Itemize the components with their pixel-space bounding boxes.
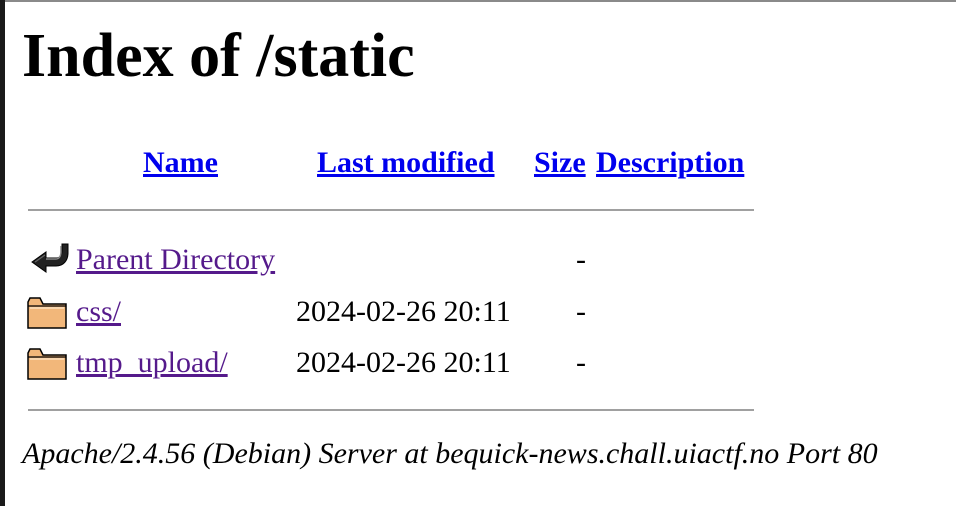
sort-by-description-link[interactable]: Description [596, 146, 744, 179]
row-size: - [576, 295, 586, 328]
column-header-size: Size [534, 146, 586, 180]
parent-directory-link[interactable]: Parent Directory [76, 243, 275, 276]
window-top-border [0, 0, 956, 2]
folder-icon [26, 343, 70, 383]
css-folder-name: css/ [76, 292, 121, 332]
row-size: - [576, 346, 586, 379]
page-title: Index of /static [22, 22, 415, 90]
row-size: - [576, 243, 586, 276]
column-header-last-modified: Last modified [317, 146, 495, 180]
top-divider [28, 209, 754, 211]
css-folder-link[interactable]: css/ [76, 295, 121, 328]
column-header-description: Description [596, 146, 744, 180]
sort-by-size-link[interactable]: Size [534, 146, 586, 179]
column-header-name: Name [143, 146, 218, 180]
list-item: css/ 2024-02-26 20:11 - [0, 292, 800, 332]
folder-icon [26, 292, 70, 332]
row-last-modified: 2024-02-26 20:11 [296, 295, 511, 328]
tmp-upload-folder-link[interactable]: tmp_upload/ [76, 346, 228, 379]
bottom-divider [28, 409, 754, 411]
tmp-upload-folder-name: tmp_upload/ [76, 343, 228, 383]
server-signature: Apache/2.4.56 (Debian) Server at bequick… [22, 437, 878, 470]
list-item: Parent Directory - [0, 240, 800, 280]
parent-directory-name: Parent Directory [76, 240, 275, 280]
list-item: tmp_upload/ 2024-02-26 20:11 - [0, 343, 800, 383]
back-arrow-icon [26, 240, 70, 280]
sort-by-last-modified-link[interactable]: Last modified [317, 146, 495, 179]
sort-by-name-link[interactable]: Name [143, 146, 218, 179]
row-last-modified: 2024-02-26 20:11 [296, 346, 511, 379]
